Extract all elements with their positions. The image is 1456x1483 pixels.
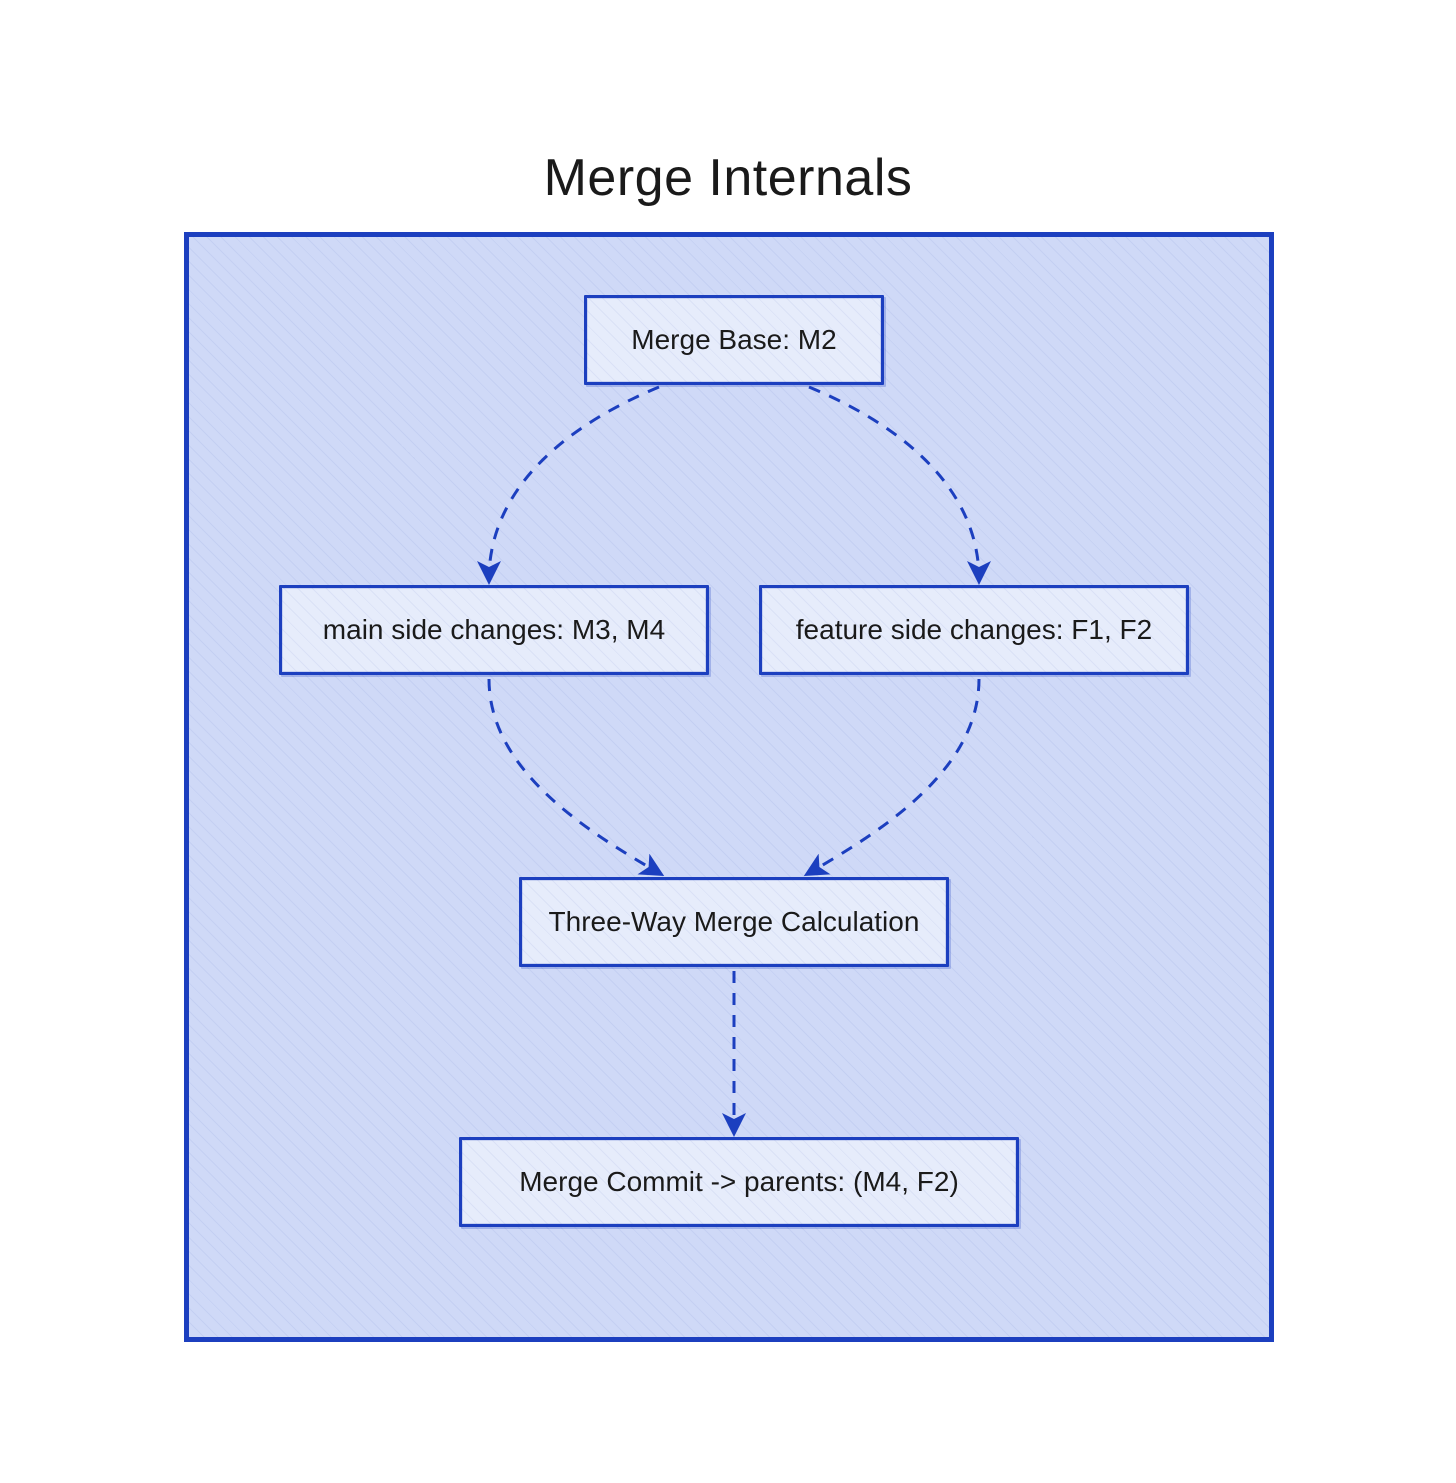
edge-main-to-calc [489,679,659,873]
node-merge-commit-label: Merge Commit -> parents: (M4, F2) [519,1166,959,1198]
node-main-side: main side changes: M3, M4 [279,585,709,675]
node-three-way-merge: Three-Way Merge Calculation [519,877,949,967]
node-merge-commit: Merge Commit -> parents: (M4, F2) [459,1137,1019,1227]
diagram-container: Merge Base: M2 main side changes: M3, M4… [184,232,1274,1342]
node-main-side-label: main side changes: M3, M4 [323,614,665,646]
node-merge-base: Merge Base: M2 [584,295,884,385]
node-feature-side: feature side changes: F1, F2 [759,585,1189,675]
diagram-title: Merge Internals [0,148,1456,208]
node-feature-side-label: feature side changes: F1, F2 [796,614,1152,646]
node-merge-base-label: Merge Base: M2 [631,324,836,356]
diagram-canvas: Merge Internals Merge Base: M2 main side… [0,0,1456,1483]
edge-mergebase-to-main [489,387,659,579]
edge-mergebase-to-feature [809,387,979,579]
edge-feature-to-calc [809,679,979,873]
node-three-way-merge-label: Three-Way Merge Calculation [549,906,920,938]
